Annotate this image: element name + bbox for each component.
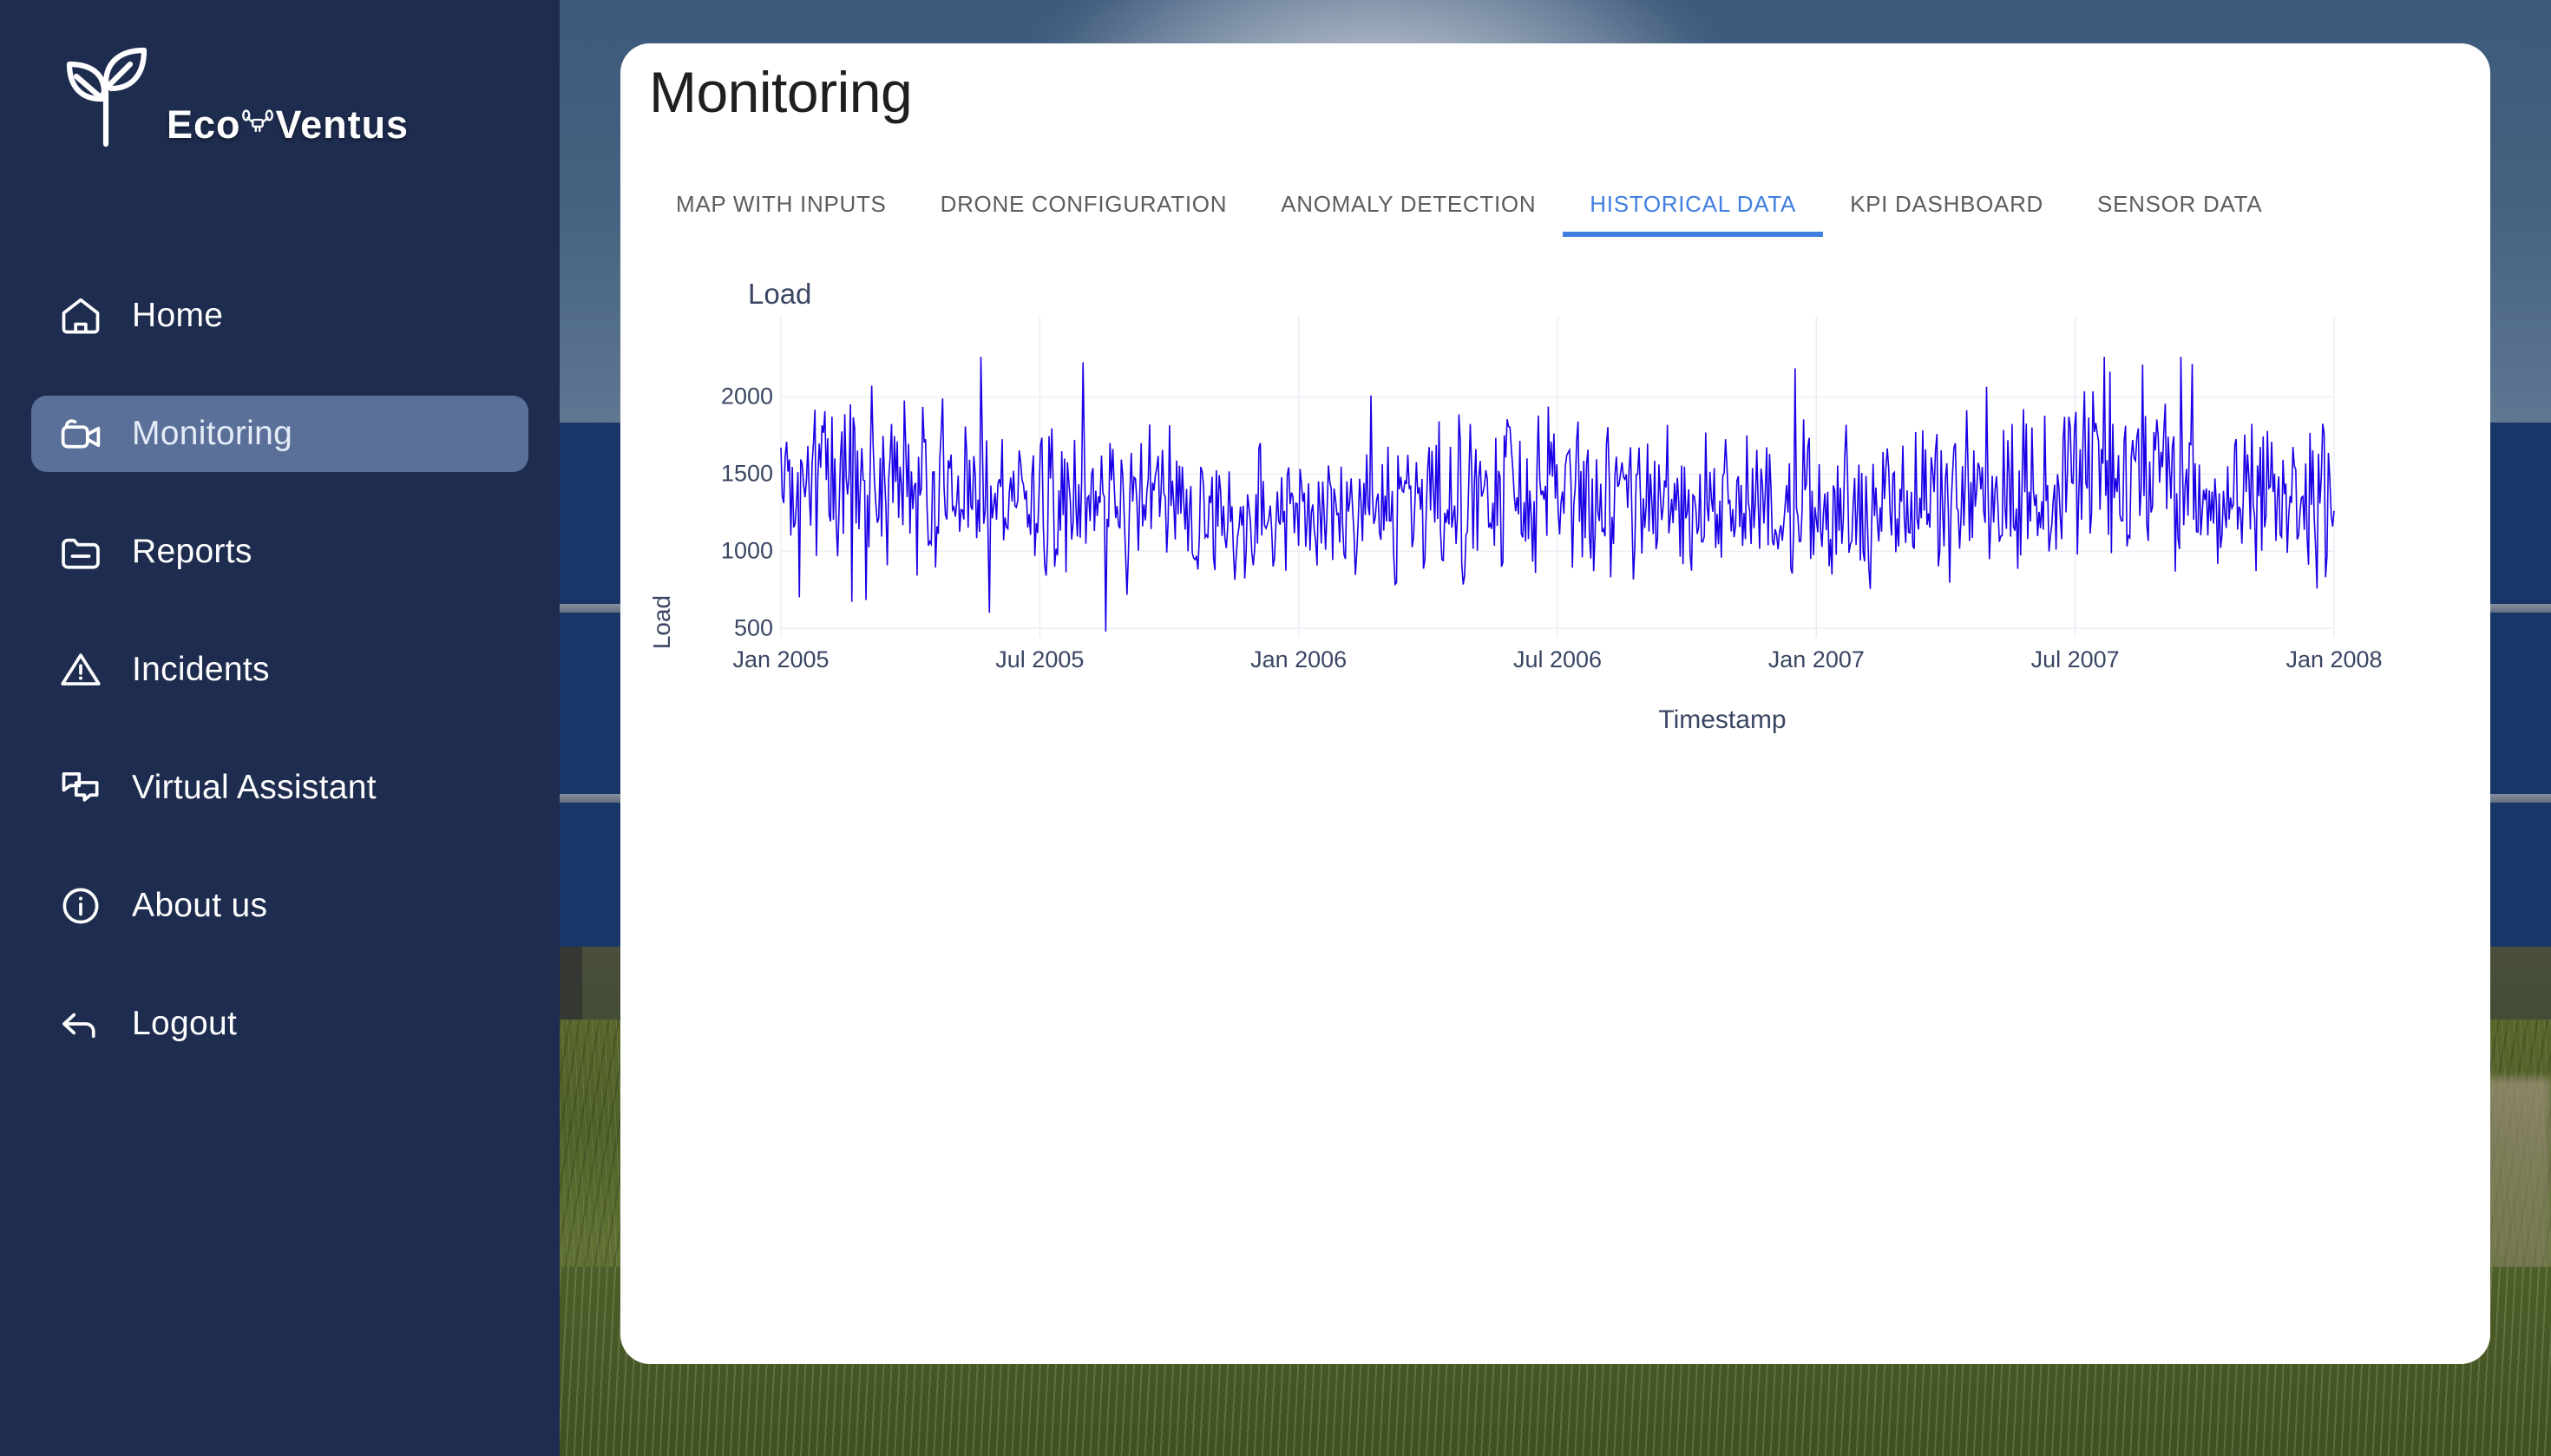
leaf-sprout-icon xyxy=(54,45,165,148)
sidebar-item-logout[interactable]: Logout xyxy=(31,986,528,1062)
brand-logo[interactable]: Eco Ventus xyxy=(0,0,560,148)
info-circle-icon xyxy=(57,883,104,928)
home-icon xyxy=(57,293,104,338)
sidebar: Eco Ventus Home Monitoring Reports Incid… xyxy=(0,0,560,1456)
sidebar-item-label: Logout xyxy=(132,1005,238,1042)
sidebar-item-virtual-assistant[interactable]: Virtual Assistant xyxy=(31,750,528,826)
chart-x-tick-label: Jul 2006 xyxy=(1512,646,1603,672)
drone-icon xyxy=(241,109,276,138)
chart-y-axis-ticks: 500 1000 1500 2000 xyxy=(620,358,773,641)
chart-x-tick-label: Jan 2008 xyxy=(2285,646,2383,672)
chart-svg xyxy=(780,317,2335,638)
sidebar-item-label: About us xyxy=(132,887,268,924)
tab-drone-configuration[interactable]: DRONE CONFIGURATION xyxy=(914,191,1255,237)
page-title: Monitoring xyxy=(649,60,913,124)
monitoring-card: Monitoring MAP WITH INPUTS DRONE CONFIGU… xyxy=(620,43,2490,1364)
sidebar-item-about-us[interactable]: About us xyxy=(31,868,528,944)
chart-y-tick-label: 2000 xyxy=(720,383,773,410)
chart-y-tick-label: 1500 xyxy=(720,460,773,487)
chart-y-tick-label: 1000 xyxy=(720,537,773,564)
sidebar-item-incidents[interactable]: Incidents xyxy=(31,632,528,708)
app-root: Eco Ventus Home Monitoring Reports Incid… xyxy=(0,0,2551,1456)
chart-y-tick-label: 500 xyxy=(733,614,773,641)
brand-name: Eco Ventus xyxy=(167,102,410,147)
sidebar-item-label: Incidents xyxy=(132,651,270,688)
tab-bar: MAP WITH INPUTS DRONE CONFIGURATION ANOM… xyxy=(649,191,2289,237)
sidebar-item-reports[interactable]: Reports xyxy=(31,514,528,590)
chart-x-tick-label: Jul 2007 xyxy=(2030,646,2120,672)
historical-load-chart: Load Load 500 1000 1500 2000 Jan 2005 Jul 20… xyxy=(620,265,2490,933)
chart-x-axis-label: Timestamp xyxy=(1658,705,1787,734)
sidebar-item-label: Monitoring xyxy=(132,415,293,452)
chart-title: Load xyxy=(748,278,812,310)
sidebar-item-label: Home xyxy=(132,297,224,334)
sidebar-item-label: Reports xyxy=(132,533,252,570)
chart-x-tick-label: Jul 2005 xyxy=(995,646,1085,672)
sidebar-item-home[interactable]: Home xyxy=(31,278,528,354)
chart-x-tick-label: Jan 2007 xyxy=(1767,646,1865,672)
chart-plot-area xyxy=(780,317,2335,638)
tab-historical-data[interactable]: HISTORICAL DATA xyxy=(1563,191,1823,237)
sidebar-item-label: Virtual Assistant xyxy=(132,769,377,806)
chat-bubbles-icon xyxy=(57,765,104,810)
chart-x-tick-label: Jan 2005 xyxy=(732,646,830,672)
tab-anomaly-detection[interactable]: ANOMALY DETECTION xyxy=(1254,191,1563,237)
sidebar-nav: Home Monitoring Reports Incidents Virtua… xyxy=(0,278,560,1062)
warning-triangle-icon xyxy=(57,647,104,692)
sidebar-item-monitoring[interactable]: Monitoring xyxy=(31,396,528,472)
tab-kpi-dashboard[interactable]: KPI DASHBOARD xyxy=(1823,191,2070,237)
video-camera-icon xyxy=(57,411,104,456)
folder-minus-icon xyxy=(57,529,104,574)
tab-sensor-data[interactable]: SENSOR DATA xyxy=(2070,191,2289,237)
tab-map-with-inputs[interactable]: MAP WITH INPUTS xyxy=(649,191,914,237)
chart-x-axis-ticks: Jan 2005 Jul 2005 Jan 2006 Jul 2006 Jan 2007… xyxy=(732,646,2382,681)
logout-arrow-icon xyxy=(57,1001,104,1046)
chart-x-tick-label: Jan 2006 xyxy=(1250,646,1348,672)
